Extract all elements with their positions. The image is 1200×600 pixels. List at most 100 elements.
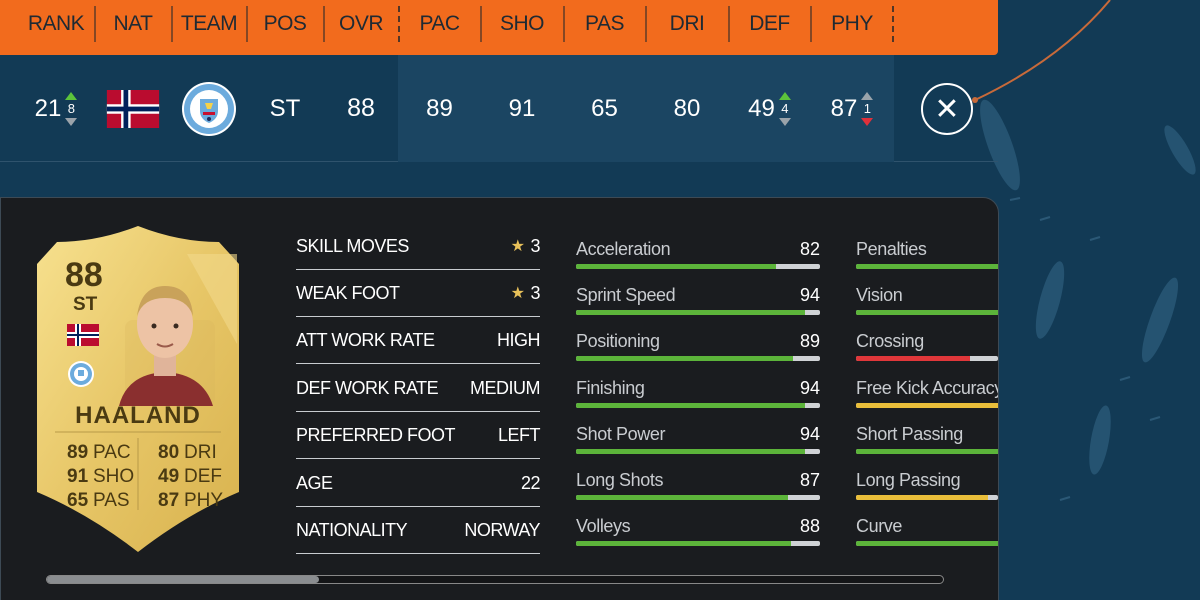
star-icon: ★ — [510, 238, 525, 255]
attribute-sprint-speed: Sprint Speed 94 — [576, 285, 820, 331]
header-rank[interactable]: RANK — [20, 6, 92, 42]
attribute-bar-fill — [576, 310, 806, 315]
attribute-long-passing: Long Passing — [856, 470, 998, 516]
info-row-weak-foot: WEAK FOOT ★ 3 — [296, 270, 540, 317]
stat-change: 4 — [778, 91, 791, 126]
attribute-long-shots: Long Shots 87 — [576, 470, 820, 516]
info-value: 22 — [520, 472, 541, 493]
scrollbar-thumb[interactable] — [47, 576, 319, 583]
norway-flag-icon — [106, 89, 160, 128]
header-pos[interactable]: POS — [248, 6, 322, 42]
attribute-bar-fill — [856, 356, 970, 361]
attribute-acceleration: Acceleration 82 — [576, 239, 820, 285]
star-icon: ★ — [510, 285, 525, 302]
attribute-bar — [856, 403, 998, 408]
down-arrow-icon — [778, 117, 791, 126]
attribute-value: 82 — [799, 239, 820, 259]
header-divider — [892, 6, 894, 42]
info-row-def-work-rate: DEF WORK RATE MEDIUM — [296, 365, 541, 412]
up-arrow-icon — [861, 91, 874, 100]
info-label: SKILL MOVES — [296, 235, 409, 256]
stat-phy: 87 1 — [812, 55, 892, 162]
club-cell — [173, 55, 245, 162]
attribute-finishing: Finishing 94 — [576, 378, 820, 424]
attribute-shot-power: Shot Power 94 — [576, 424, 820, 470]
attribute-bar-fill — [856, 264, 998, 269]
position-value: ST — [269, 94, 301, 122]
stat-value: 49 — [748, 94, 775, 122]
attribute-name: Crossing — [856, 331, 924, 351]
attribute-name: Free Kick Accuracy — [856, 378, 999, 398]
info-value: 3 — [530, 282, 540, 303]
rank-change: 8 — [65, 91, 78, 126]
header-ovr[interactable]: OVR — [325, 6, 397, 42]
attribute-positioning: Positioning 89 — [576, 331, 820, 377]
info-label: WEAK FOOT — [296, 282, 400, 303]
header-def[interactable]: DEF — [730, 6, 809, 42]
card-flag-icon — [67, 324, 99, 346]
attribute-name: Long Passing — [856, 470, 961, 490]
header-team[interactable]: TEAM — [173, 6, 245, 42]
stat-pas: 65 — [565, 55, 644, 162]
info-value: LEFT — [497, 424, 541, 445]
attribute-bar — [576, 310, 820, 315]
info-label: AGE — [296, 472, 333, 493]
attribute-bar — [576, 495, 820, 500]
stat-change-value: 1 — [863, 100, 871, 116]
attribute-name: Penalties — [856, 239, 927, 259]
stat-sho: 91 — [482, 55, 562, 162]
stat-value: 80 — [673, 94, 701, 122]
attribute-bar-fill — [576, 495, 789, 500]
stat-dri: 80 — [647, 55, 727, 162]
attribute-value: 88 — [799, 516, 820, 536]
info-value: HIGH — [497, 329, 541, 350]
attribute-name: Vision — [856, 285, 903, 305]
manchester-city-badge-icon — [182, 81, 236, 136]
attribute-name: Acceleration — [576, 239, 671, 259]
nation-cell — [96, 55, 170, 162]
attribute-vision: Vision — [856, 285, 998, 331]
header-dri[interactable]: DRI — [647, 6, 727, 42]
card-stat-label: SHO — [93, 466, 135, 487]
info-value: MEDIUM — [470, 377, 541, 398]
attribute-bar-fill — [576, 356, 794, 361]
info-row-preferred-foot: PREFERRED FOOT LEFT — [296, 412, 541, 459]
attribute-bar — [576, 449, 820, 454]
card-stat-value: 49 — [158, 466, 180, 487]
attribute-name: Shot Power — [576, 424, 666, 444]
info-label: DEF WORK RATE — [296, 377, 439, 398]
rank-value: 21 — [34, 94, 62, 122]
attribute-bar-fill — [856, 403, 998, 408]
attribute-bar — [576, 403, 820, 408]
up-arrow-icon — [65, 91, 78, 100]
attribute-bar-fill — [576, 403, 806, 408]
card-name: HAALAND — [75, 402, 201, 429]
header-phy[interactable]: PHY — [812, 6, 892, 42]
header-pac[interactable]: PAC — [400, 6, 479, 42]
player-detail-panel: 88 ST HAALAND 89 PAC 91 SHO 65 PAS 80 DR… — [0, 197, 999, 600]
card-stat-label: PHY — [184, 490, 224, 511]
header-nat[interactable]: NAT — [96, 6, 170, 42]
attribute-bar-fill — [576, 264, 777, 269]
info-label: PREFERRED FOOT — [296, 424, 456, 445]
close-button[interactable]: ✕ — [921, 83, 973, 135]
close-icon: ✕ — [934, 92, 960, 126]
card-stat-label: PAS — [93, 490, 130, 511]
player-row[interactable]: 21 8 ST 88 89 91 65 80 49 4 87 1 — [0, 55, 998, 162]
attribute-value: 94 — [799, 285, 820, 305]
up-arrow-icon — [778, 91, 791, 100]
card-stat-value: 91 — [67, 466, 89, 487]
card-stat-value: 87 — [158, 490, 180, 511]
attribute-bar-fill — [856, 449, 998, 454]
info-row-nationality: NATIONALITY NORWAY — [296, 507, 540, 554]
attribute-bar — [856, 541, 998, 546]
stat-value: 89 — [426, 94, 453, 122]
header-sho[interactable]: SHO — [482, 6, 562, 42]
horizontal-scrollbar[interactable] — [46, 575, 944, 584]
stat-value: 65 — [591, 94, 618, 122]
attribute-name: Sprint Speed — [576, 285, 676, 305]
attribute-name: Positioning — [576, 331, 660, 351]
attribute-value: 94 — [799, 378, 820, 398]
info-value: 3 — [530, 235, 540, 256]
header-pas[interactable]: PAS — [565, 6, 644, 42]
